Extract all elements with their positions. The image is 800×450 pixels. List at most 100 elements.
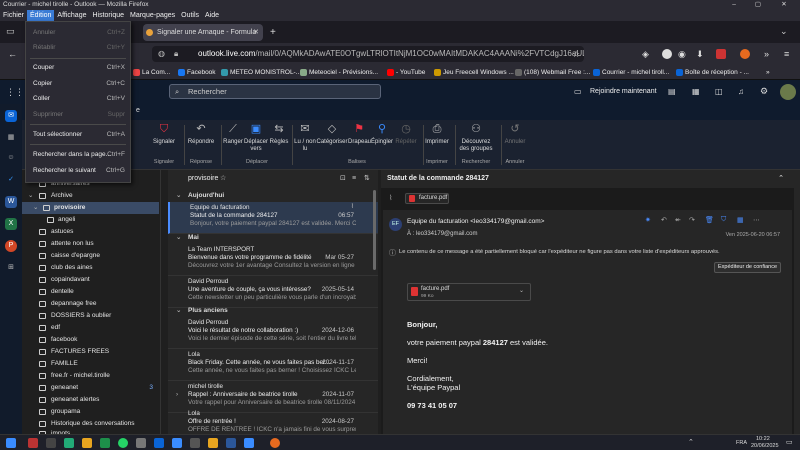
- message-row-selected[interactable]: Equipe du facturation Statut de la comma…: [168, 202, 378, 234]
- menu-edition[interactable]: Édition: [27, 10, 55, 21]
- close-window-button[interactable]: ✕: [772, 0, 796, 10]
- bookmark-item[interactable]: Boîte de réception - ...: [676, 67, 749, 78]
- outlook-icon[interactable]: [154, 438, 164, 448]
- folder-item[interactable]: angeli: [22, 214, 159, 226]
- bookmark-item[interactable]: Meteociel - Prévisions...: [300, 67, 378, 78]
- list-tabs-icon[interactable]: ⌄: [780, 26, 788, 37]
- start-icon[interactable]: [6, 438, 16, 448]
- firefox-account-icon[interactable]: [740, 49, 750, 59]
- folder-item[interactable]: FACTURES FREES: [22, 346, 159, 358]
- message-list-scrollbar[interactable]: [373, 190, 376, 270]
- folder-item[interactable]: dentelle: [22, 286, 159, 298]
- trust-sender-button[interactable]: Expéditeur de confiance: [714, 262, 782, 273]
- discover-groups-button[interactable]: ⚇ Découvrez des groupes: [456, 122, 496, 153]
- lock-icon[interactable]: 🔒︎: [174, 46, 178, 62]
- people-icon[interactable]: ☺: [5, 152, 17, 164]
- folder-item[interactable]: depannage free: [22, 298, 159, 310]
- menu-item-select-all[interactable]: Tout sélectionner Ctrl+A: [26, 129, 130, 141]
- tab-signaler-arnaque[interactable]: Signaler une Arnaque - Formula ✕: [143, 24, 263, 41]
- folder-item[interactable]: copaindavant: [22, 274, 159, 286]
- powerpoint-icon[interactable]: P: [5, 240, 17, 252]
- whatsapp-icon[interactable]: [118, 438, 128, 448]
- meet-now-button[interactable]: Rejoindre maintenant: [590, 88, 657, 95]
- notification-icon[interactable]: ▭: [786, 439, 793, 447]
- sweep-button[interactable]: ⟋ Ranger: [222, 122, 244, 146]
- back-icon[interactable]: ←: [8, 48, 17, 60]
- folder-item[interactable]: astuces: [22, 226, 159, 238]
- pocket-icon[interactable]: ◈: [642, 48, 649, 60]
- tips-icon[interactable]: ◫: [715, 87, 723, 96]
- firefox-taskbar-icon[interactable]: [270, 438, 280, 448]
- filter-icon[interactable]: ≡: [352, 170, 356, 188]
- extension-m-icon[interactable]: [662, 49, 672, 59]
- undo-button[interactable]: ↺ Annuler: [502, 122, 528, 146]
- taskbar-app-icon[interactable]: [208, 438, 218, 448]
- sender-address[interactable]: Equipe du facturation <leo334179@gmail.c…: [407, 218, 544, 225]
- folder-item-provisoire[interactable]: ⌄ provisoire: [22, 202, 159, 214]
- message-row[interactable]: Lola Black Friday. Cette année, ne vous …: [168, 349, 378, 381]
- favorite-star-icon[interactable]: ☆: [220, 170, 226, 188]
- language-indicator[interactable]: FRA: [736, 439, 747, 447]
- taskbar-app-icon[interactable]: [64, 438, 74, 448]
- folder-item[interactable]: FAMILLE: [22, 358, 159, 370]
- bookmark-item[interactable]: Courrier - michel tiroll...: [593, 67, 669, 78]
- menu-item-copy[interactable]: Copier Ctrl+C: [26, 78, 130, 90]
- sort-icon[interactable]: ⇅: [364, 170, 370, 188]
- folder-item[interactable]: edf: [22, 322, 159, 334]
- message-row[interactable]: Lola Offre de rentrée ! OFFRE DE RENTRÉE…: [168, 408, 378, 434]
- menu-outils[interactable]: Outils: [178, 10, 202, 21]
- folder-item[interactable]: DOSSIERS à oublier: [22, 310, 159, 322]
- bell-icon[interactable]: ♫: [738, 87, 744, 96]
- word-icon[interactable]: W: [5, 196, 17, 208]
- immersive-reader-icon[interactable]: ▦: [737, 216, 744, 224]
- menu-item-undo[interactable]: Annuler Ctrl+Z: [26, 27, 130, 39]
- menu-item-cut[interactable]: Couper Ctrl+X: [26, 62, 130, 74]
- folder-item[interactable]: attente non lus: [22, 238, 159, 250]
- shield-icon[interactable]: ◍: [158, 46, 165, 62]
- folder-item[interactable]: free.fr - michel.tirolle: [22, 370, 159, 382]
- more-actions-icon[interactable]: ⋯: [753, 216, 760, 224]
- taskbar-app-icon[interactable]: [46, 438, 56, 448]
- new-tab-button[interactable]: +: [266, 24, 282, 41]
- folder-item[interactable]: geneanet alertes: [22, 394, 159, 406]
- reading-pane-scrollbar[interactable]: [794, 170, 800, 434]
- chevron-down-icon[interactable]: ⌄: [28, 190, 33, 202]
- categorize-button[interactable]: ◇ Catégoriser: [316, 122, 348, 146]
- reply-icon[interactable]: ↶: [661, 216, 667, 224]
- section-header[interactable]: ⌄ Mai: [168, 232, 378, 243]
- folder-item[interactable]: ⌄ Archive: [22, 190, 159, 202]
- gear-icon[interactable]: ⚙: [760, 86, 768, 97]
- menu-fichier[interactable]: Fichier: [0, 10, 27, 21]
- pin-button[interactable]: ⚲ Épingler: [370, 122, 394, 146]
- collapse-chevron-icon[interactable]: ⌃: [778, 170, 784, 188]
- attachment-chip-top[interactable]: facture.pdf: [405, 193, 449, 204]
- tray-chevron-icon[interactable]: ⌃: [688, 439, 694, 447]
- download-icon[interactable]: ⬇: [696, 48, 704, 60]
- select-icon[interactable]: ⊡: [340, 170, 346, 188]
- menu-item-find-in-page[interactable]: Rechercher dans la page... Ctrl+F: [26, 149, 130, 161]
- bookmark-item[interactable]: (108) Webmail Free :...: [515, 67, 590, 78]
- section-header[interactable]: ⌄ Aujourd'hui: [168, 190, 378, 201]
- folder-pane-splitter[interactable]: [160, 170, 167, 434]
- minimize-button[interactable]: –: [722, 0, 746, 10]
- folder-item[interactable]: groupama: [22, 406, 159, 418]
- file-explorer-icon[interactable]: [82, 438, 92, 448]
- taskbar-app-icon[interactable]: [172, 438, 182, 448]
- apps-icon[interactable]: ⊞: [5, 262, 17, 274]
- reply-all-icon[interactable]: ↞: [675, 216, 681, 224]
- search-input[interactable]: ⌕ Rechercher: [169, 84, 381, 99]
- menu-item-paste[interactable]: Coller Ctrl+V: [26, 93, 130, 105]
- bookmarks-overflow-icon[interactable]: »: [766, 67, 770, 78]
- todo-icon[interactable]: ✓: [5, 174, 17, 186]
- notes-icon[interactable]: ▦: [692, 87, 700, 96]
- taskbar-app-icon[interactable]: [190, 438, 200, 448]
- chevron-down-icon[interactable]: ⌄: [33, 202, 38, 214]
- forward-icon[interactable]: ↷: [689, 216, 695, 224]
- message-row[interactable]: La Team INTERSPORT Bienvenue dans votre …: [168, 244, 378, 276]
- avatar[interactable]: [780, 84, 796, 100]
- bookmark-item[interactable]: Jeu Freecell Windows ...: [434, 67, 514, 78]
- chevron-down-icon[interactable]: ⌄: [519, 287, 524, 295]
- menu-item-find-next[interactable]: Rechercher le suivant Ctrl+G: [26, 165, 130, 177]
- attachment-card[interactable]: facture.pdf 99 Ko ⌄: [407, 283, 531, 301]
- bookmark-item[interactable]: METEO MONISTROL-...: [221, 67, 301, 78]
